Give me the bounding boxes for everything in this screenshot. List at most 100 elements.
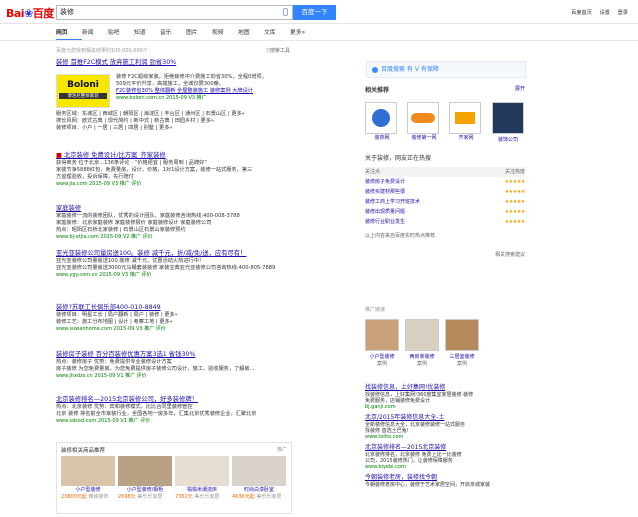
heat-stars: ★★★★★ <box>504 189 526 195</box>
promo-item[interactable]: 三居室装修 案例 <box>445 319 479 367</box>
style-links[interactable]: 搜长风网：欧式古典 | 现代简约 | 新中式 | 新古典 | 田园乡村 | 更多… <box>56 118 336 125</box>
product-seller: 美乐乐家居 <box>137 494 163 500</box>
result-url[interactable]: www.bj-xtjia.com 2015-09 V2 推广 评价 <box>56 234 336 241</box>
hot-item[interactable]: 装修买建材那些很 <box>365 187 482 197</box>
hot-col-topic: 关注点 <box>365 169 381 175</box>
search-input[interactable]: 装修 <box>56 5 293 20</box>
result-url[interactable]: www.sdsod.com 2015-09 V1 推广 评价 <box>56 418 336 425</box>
right-ad-title[interactable]: 北京装修排名—2015北京装修 <box>365 444 525 452</box>
result-title[interactable]: 装修 首推F2C模式 放弃施工利润 劲省30% <box>56 59 336 67</box>
result-title[interactable]: ■ 北京装修 免费设计/比方案_齐家装修 <box>56 152 336 160</box>
product-card[interactable]: 小户型装修/橱柜 2698元 美乐乐家居 <box>118 456 172 500</box>
brand-logo[interactable] <box>407 102 439 134</box>
right-ad-url[interactable]: www.tolito.com <box>365 434 525 440</box>
result-url[interactable]: www.suwanhome.com 2015-09 V3 推广 评价 <box>56 326 336 333</box>
result-snippet[interactable]: 装修项目：明星工长 | 局户翻新 | 局户 | 装修 | 更多» <box>56 312 336 319</box>
project-links[interactable]: 装修项目：小户 | 一居 | 三居 | 四居 | 别墅 | 更多» <box>56 125 336 132</box>
brand-item[interactable]: 装饰网 <box>365 102 399 143</box>
login-link[interactable]: 登录 <box>618 10 628 16</box>
result-title[interactable]: 亚光亚装修公司量房送100。装修 减千元，折/减/免/送，应有尽有！ <box>56 250 336 258</box>
product-name[interactable]: 小户型装修/橱柜 <box>118 486 172 493</box>
result-snippet: 家装节争5888红包，免费量房，设计，价格，1对1设计方案，装修一站式服务，第三 <box>56 167 253 173</box>
product-image[interactable] <box>232 456 286 486</box>
brand-name[interactable]: 装饰网 <box>365 134 399 141</box>
right-ad: 北京装修排名—2015北京装修 北京装修排名，北京装修 免费上比一比装修 公司，… <box>365 444 525 470</box>
result-snippet[interactable]: 装修工艺：施工分布地图 | 设计 | 考察工地 | 更多» <box>56 319 336 326</box>
result-url[interactable]: www.jhxdzs.cn 2015-09 V1 推广 评价 <box>56 373 336 380</box>
related-suggestions-link[interactable]: 相关搜索建议 <box>365 251 525 258</box>
search-result: 北京装修排名—2015北京装修公司，好多装修牌！ 热点：北京装修 优势：宾和装修… <box>56 396 336 425</box>
tab-tieba[interactable]: 贴吧 <box>108 27 134 41</box>
microphone-icon[interactable] <box>283 8 288 16</box>
result-title[interactable]: 家庭装修 <box>56 205 336 213</box>
tab-images[interactable]: 图片 <box>186 27 212 41</box>
right-ad: 今朝装修老房，装修找今朝 今朝装修老房中心，装修于艺术家居空间，开启京城家装 <box>365 474 525 488</box>
brand-logo[interactable] <box>492 102 524 134</box>
right-ad-url[interactable]: bj.ganji.com <box>365 404 525 410</box>
product-name[interactable]: 时尚白漆卧室 <box>232 486 286 493</box>
promo-name[interactable]: 两房家装修 <box>405 353 439 360</box>
brand-logo[interactable] <box>365 102 397 134</box>
brand-name[interactable]: 装修第一网 <box>407 134 441 141</box>
product-name[interactable]: 小户型装修 <box>61 486 115 493</box>
search-tools-button[interactable]: ▽搜索工具 <box>266 47 290 54</box>
tab-music[interactable]: 音乐 <box>160 27 186 41</box>
tab-video[interactable]: 视频 <box>212 27 238 41</box>
brand-item[interactable]: 装修第一网 <box>407 102 441 143</box>
home-link[interactable]: 百度首页 <box>571 10 592 16</box>
hot-item[interactable]: 装修出现质量问题 <box>365 207 482 217</box>
tab-more[interactable]: 更多» <box>290 27 316 41</box>
right-ad-url[interactable]: www.biyebi.com <box>365 464 525 470</box>
brand-item[interactable]: 齐家网 <box>449 102 483 143</box>
product-seller: 精诚装饰 <box>88 494 109 500</box>
boloni-logo[interactable]: Boloni 博洛尼整体家装 <box>56 74 110 108</box>
promo-image[interactable] <box>365 319 399 351</box>
right-ad-title[interactable]: 找装修信息，上好集网!优装修 <box>365 384 525 392</box>
tab-news[interactable]: 新闻 <box>82 27 108 41</box>
product-card[interactable]: 小户型装修 23800元起 精诚装饰 <box>61 456 115 500</box>
product-card[interactable]: 榻榻米潮流床 7361元 美乐乐家居 <box>175 456 229 500</box>
result-title[interactable]: 装修?苏联工长俱乐部400-010-8849 <box>56 304 336 312</box>
hot-item[interactable]: 装修行业职业发生 <box>365 217 482 227</box>
result-snippet: 装修 F2C超级家装，拒绝装修中介费施工劲省30%，全程0增项， <box>116 74 267 80</box>
settings-link[interactable]: 设置 <box>600 10 610 16</box>
product-image[interactable] <box>118 456 172 486</box>
hot-item[interactable]: 装修工商上学习开班技术 <box>365 197 482 207</box>
tab-map[interactable]: 地图 <box>238 27 264 41</box>
brand-name[interactable]: 装饰公司 <box>491 136 525 143</box>
right-ad-title[interactable]: 北京/2015年装修信息大全-土 <box>365 414 525 422</box>
result-url[interactable]: www.ygy.com.cn 2015-09 V3 推广 评价 <box>56 272 336 279</box>
search-button[interactable]: 百度一下 <box>293 5 336 20</box>
trust-badge[interactable]: 百度搜索 有 V 有保障 <box>366 61 526 78</box>
sitelinks[interactable]: F2C装修省30% 整体翻新 全屋整装施工 装修案例 大牌设计 <box>116 88 336 95</box>
tab-zhidao[interactable]: 知道 <box>134 27 160 41</box>
result-title[interactable]: 装修房子装修 百分百装修优惠方案3选1 省钱30% <box>56 351 336 359</box>
promo-image[interactable] <box>445 319 479 351</box>
right-ad-links: 找装修信息，上好集网!优装修 找装修信息，上好集网!360度集宜家居装修·装修 … <box>365 384 525 488</box>
right-ad-title[interactable]: 今朝装修老房，装修找今朝 <box>365 474 525 482</box>
brand-logo[interactable] <box>449 102 481 134</box>
product-name[interactable]: 榻榻米潮流床 <box>175 486 229 493</box>
promo-image[interactable] <box>405 319 439 351</box>
brand-item[interactable]: 装饰公司 <box>491 102 525 143</box>
result-snippet: 方监理验收，投诉保障，先行赔付 <box>56 174 134 180</box>
tab-wenku[interactable]: 文库 <box>264 27 290 41</box>
tab-web[interactable]: 网页 <box>56 27 82 41</box>
service-area-links[interactable]: 服务区域：东城区 | 西城区 | 朝阳区 | 海淀区 | 丰台区 | 通州区 |… <box>56 111 336 118</box>
brand-name[interactable]: 齐家网 <box>449 134 483 141</box>
result-url[interactable]: www.jia.com 2015-09 V3 推广 评价 <box>56 181 336 188</box>
result-url[interactable]: www.boloni.com.cn 2015-09 V3 推广 <box>116 95 336 102</box>
promo-item[interactable]: 两房家装修 案例 <box>405 319 439 367</box>
product-card[interactable]: 时尚白漆卧室 4636元起 美乐乐家居 <box>232 456 286 500</box>
promo-name[interactable]: 三居室装修 <box>445 353 479 360</box>
product-image[interactable] <box>175 456 229 486</box>
promo-sub: 案例 <box>376 361 387 367</box>
expand-link[interactable]: 展开 <box>515 85 525 92</box>
promo-item[interactable]: 小户型装修 案例 <box>365 319 399 367</box>
baidu-logo[interactable]: Bai❀百度 <box>6 5 54 21</box>
product-image[interactable] <box>61 456 115 486</box>
related-recommendations: 相关推荐 展开 装饰网 装修第一网 齐家网 装饰公司 <box>365 85 525 143</box>
result-title[interactable]: 北京装修排名—2015北京装修公司，好多装修牌！ <box>56 396 336 404</box>
promo-name[interactable]: 小户型装修 <box>365 353 399 360</box>
hot-item[interactable]: 装修房子免费设计 <box>365 177 482 187</box>
